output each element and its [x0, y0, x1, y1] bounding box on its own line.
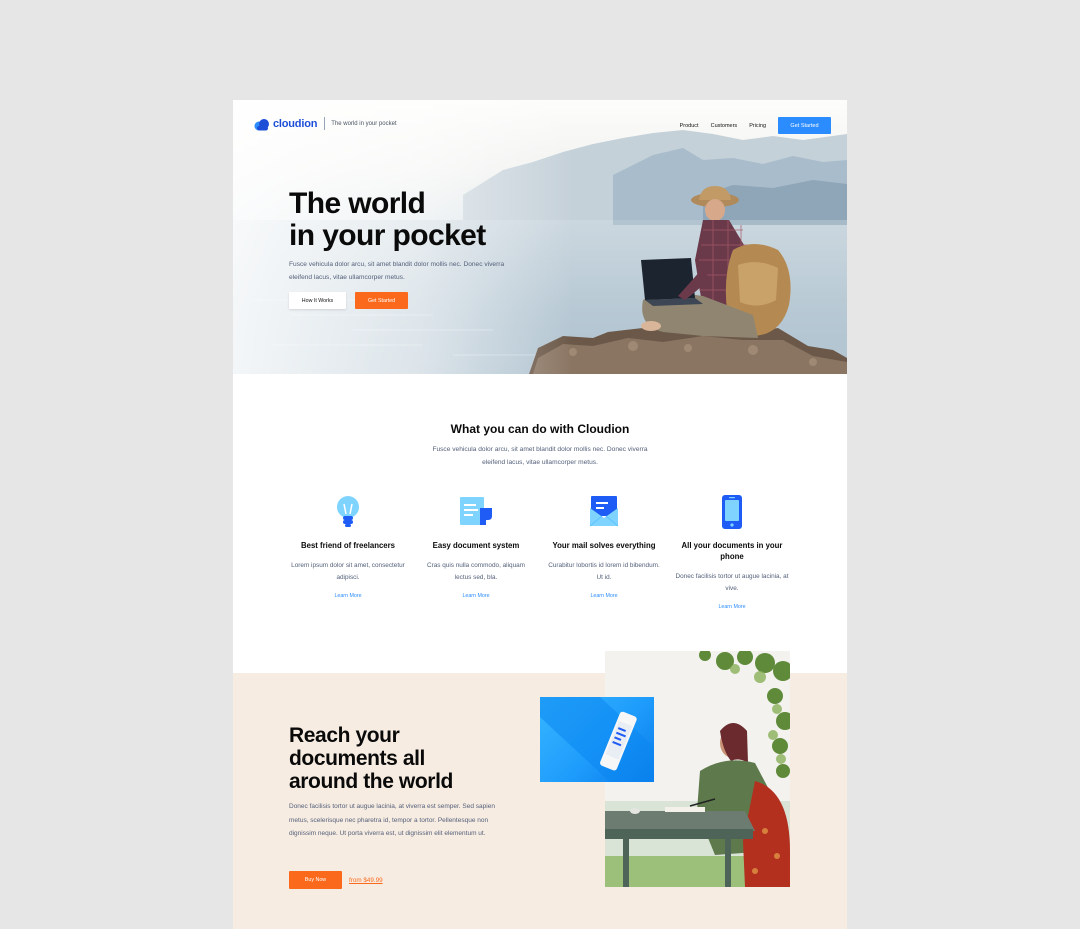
- reach-description: Donec facilisis tortor ut augue lacinia,…: [289, 803, 495, 838]
- feature-card: Easy document system Cras quis nulla com…: [418, 494, 534, 599]
- nav-get-started-button[interactable]: Get Started: [778, 117, 831, 134]
- feature-card: Best friend of freelancers Lorem ipsum d…: [290, 494, 406, 599]
- site-logo[interactable]: cloudion The world in your pocket: [254, 117, 397, 130]
- feature-title: Easy document system: [432, 541, 520, 550]
- learn-more-link[interactable]: Learn More: [546, 593, 662, 599]
- price-link[interactable]: from $49.99: [349, 877, 383, 884]
- nav-link-pricing[interactable]: Pricing: [749, 123, 766, 129]
- feature-description: Curabitur lobortis id lorem id bibendum.…: [548, 562, 660, 581]
- hero-section: cloudion The world in your pocket Produc…: [233, 100, 847, 374]
- logo-divider: [324, 117, 326, 130]
- hero-get-started-button[interactable]: Get Started: [355, 292, 408, 309]
- buy-now-button[interactable]: Buy Now: [289, 871, 342, 889]
- lightbulb-icon: [330, 494, 366, 530]
- feature-title: Best friend of freelancers: [300, 541, 396, 550]
- nav-link-product[interactable]: Product: [680, 123, 699, 129]
- feature-description: Donec facilisis tortor ut augue lacinia,…: [675, 573, 789, 592]
- reach-title: Reach your documents all around the worl…: [289, 724, 453, 793]
- feature-card: All your documents in your phone Donec f…: [674, 494, 790, 610]
- learn-more-link[interactable]: Learn More: [418, 593, 534, 599]
- document-icon: [458, 494, 494, 530]
- feature-title: Your mail solves everything: [552, 541, 656, 550]
- top-navigation: Product Customers Pricing Get Started: [680, 117, 831, 134]
- brand-name: cloudion: [273, 117, 318, 130]
- cloud-logo-icon: [254, 118, 270, 130]
- feature-card: Your mail solves everything Curabitur lo…: [546, 494, 662, 599]
- nav-link-customers[interactable]: Customers: [711, 123, 738, 129]
- brand-tagline: The world in your pocket: [331, 120, 397, 127]
- hero-subtitle: Fusce vehicula dolor arcu, sit amet blan…: [289, 261, 505, 281]
- feature-title: All your documents in your phone: [681, 541, 783, 561]
- how-it-works-button[interactable]: How It Works: [289, 292, 346, 309]
- feature-description: Cras quis nulla commodo, aliquam lectus …: [426, 562, 526, 581]
- phone-on-blue-photo: [540, 697, 654, 782]
- learn-more-link[interactable]: Learn More: [290, 593, 406, 599]
- hero-title-line1: The world: [289, 187, 426, 220]
- hero-title-line2: in your pocket: [289, 219, 486, 252]
- features-subtitle: Fusce vehicula dolor arcu, sit amet blan…: [432, 446, 648, 466]
- features-title: What you can do with Cloudion: [450, 422, 630, 436]
- feature-description: Lorem ipsum dolor sit amet, consectetur …: [291, 562, 405, 581]
- mail-icon: [586, 494, 622, 530]
- hero-title: The world in your pocket: [289, 188, 549, 252]
- learn-more-link[interactable]: Learn More: [674, 604, 790, 610]
- landing-page: cloudion The world in your pocket Produc…: [233, 100, 847, 929]
- phone-icon: [714, 494, 750, 530]
